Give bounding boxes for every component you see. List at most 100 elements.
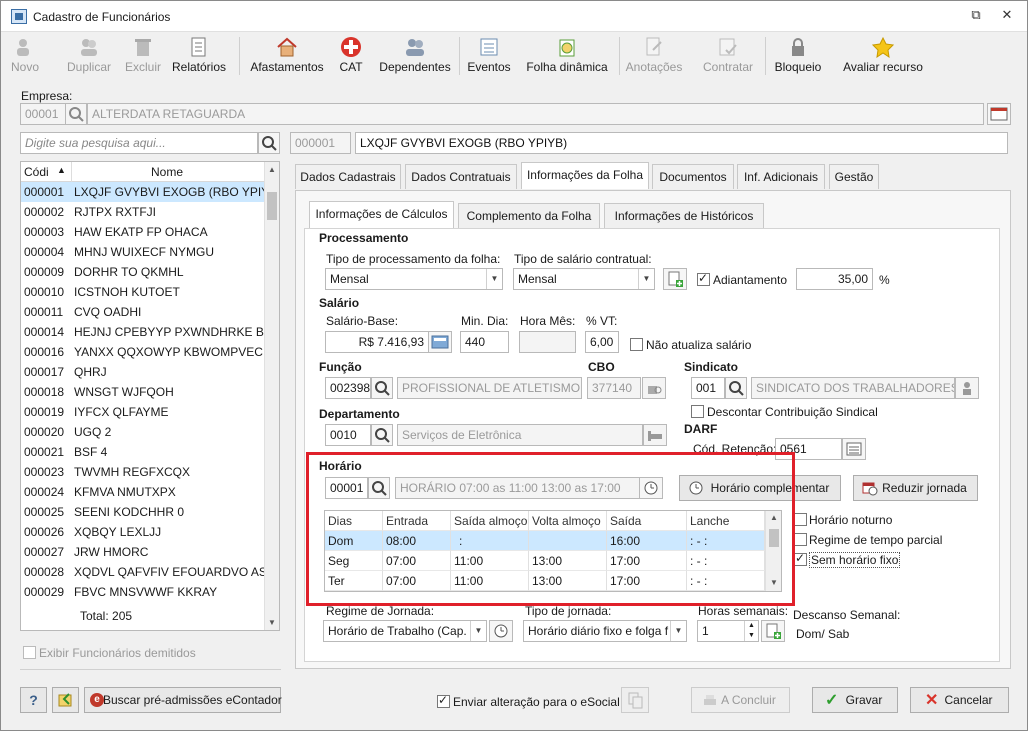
- schedule-row[interactable]: Dom 08:00: 16:00: - :: [325, 531, 765, 551]
- schedule-cell[interactable]: 13:00: [529, 571, 607, 591]
- schedule-cell[interactable]: Seg: [325, 551, 383, 571]
- tab-2[interactable]: Dados Contratuais: [405, 164, 517, 189]
- toolbar-anota-es-button[interactable]: Anotações: [625, 33, 683, 79]
- list-item[interactable]: 000027 JRW HMORC: [21, 542, 264, 562]
- tipo-sal-select[interactable]: Mensal ▼: [513, 268, 655, 290]
- departamento-code-field[interactable]: 0010: [325, 424, 371, 446]
- departamento-search-button[interactable]: [371, 424, 393, 446]
- scroll-thumb[interactable]: [769, 529, 779, 547]
- list-item[interactable]: 000010 ICSTNOH KUTOET: [21, 282, 264, 302]
- toolbar-folha-din-mica-button[interactable]: Folha dinâmica: [519, 33, 615, 79]
- schedule-cell[interactable]: : - :: [687, 531, 765, 551]
- funcao-search-button[interactable]: [371, 377, 393, 399]
- spinner-icon[interactable]: ▲ ▼: [744, 621, 758, 641]
- gravar-button[interactable]: ✓ Gravar: [812, 687, 898, 713]
- cancelar-button[interactable]: ✕ Cancelar: [910, 687, 1009, 713]
- list-item[interactable]: 000021 BSF 4: [21, 442, 264, 462]
- list-scrollbar[interactable]: ▲ ▼: [264, 162, 279, 630]
- sindicato-code-field[interactable]: 001: [691, 377, 725, 399]
- reduzir-jornada-button[interactable]: Reduzir jornada: [853, 475, 978, 501]
- horario-clock-button[interactable]: [639, 477, 663, 499]
- horario-noturno-checkbox[interactable]: [794, 513, 807, 526]
- tab-6[interactable]: Gestão: [829, 164, 879, 189]
- list-item[interactable]: 000028 XQDVL QAFVFIV EFOUARDVO AST U: [21, 562, 264, 582]
- schedule-row[interactable]: Seg 07:00 11:00 13:00 17:00: - :: [325, 551, 765, 571]
- vt-field[interactable]: 6,00: [585, 331, 619, 353]
- schedule-cell[interactable]: : - :: [687, 571, 765, 591]
- toolbar-bloqueio-button[interactable]: Bloqueio: [771, 33, 825, 79]
- schedule-cell[interactable]: Dom: [325, 531, 383, 551]
- list-item[interactable]: 000002 RJTPX RXTFJI: [21, 202, 264, 222]
- subtab-3[interactable]: Informações de Históricos: [604, 203, 764, 228]
- list-item[interactable]: 000029 FBVC MNSVWWF KKRAY: [21, 582, 264, 602]
- horas-semanais-field[interactable]: 1 ▲ ▼: [697, 620, 759, 642]
- schedule-cell[interactable]: [529, 531, 607, 551]
- descontar-checkbox[interactable]: [691, 405, 704, 418]
- regime-clock-button[interactable]: [489, 620, 513, 642]
- toolbar-cat-button[interactable]: CAT: [335, 33, 367, 79]
- list-item[interactable]: 000025 SEENI KODCHHR 0: [21, 502, 264, 522]
- nao-atualiza-checkbox[interactable]: [630, 338, 643, 351]
- tab-3[interactable]: Informações da Folha: [521, 162, 649, 189]
- horario-search-button[interactable]: [368, 477, 390, 499]
- list-item[interactable]: 000024 KFMVA NMUTXPX: [21, 482, 264, 502]
- restore-icon[interactable]: ⧉: [965, 7, 987, 27]
- col-code-header[interactable]: Códi: [24, 165, 49, 179]
- regime-parcial-checkbox[interactable]: [794, 533, 807, 546]
- min-dia-field[interactable]: 440: [460, 331, 509, 353]
- list-item[interactable]: 000011 CVQ OADHI: [21, 302, 264, 322]
- tipo-proc-select[interactable]: Mensal ▼: [325, 268, 503, 290]
- list-item[interactable]: 000018 WNSGT WJFQOH: [21, 382, 264, 402]
- tab-4[interactable]: Documentos: [652, 164, 734, 189]
- list-item[interactable]: 000023 TWVMH REGFXCQX: [21, 462, 264, 482]
- toolbar-contratar-button[interactable]: Contratar: [695, 33, 761, 79]
- employee-list[interactable]: Códi ▲ Nome 000001 LXQJF GVYBVI EXOGB (RB…: [20, 161, 280, 631]
- darf-field[interactable]: 0561: [775, 438, 842, 460]
- list-item[interactable]: 000004 MHNJ WUIXECF NYMGU: [21, 242, 264, 262]
- buscar-preadmissoes-button[interactable]: e Buscar pré-admissões eContador: [84, 687, 282, 713]
- schedule-cell[interactable]: 17:00: [607, 551, 687, 571]
- list-item[interactable]: 000003 HAW EKATP FP OHACA: [21, 222, 264, 242]
- schedule-row[interactable]: Ter 07:00 11:00 13:00 17:00: - :: [325, 571, 765, 591]
- departamento-button[interactable]: [643, 424, 667, 446]
- empresa-code-field[interactable]: 00001: [20, 103, 66, 125]
- schedule-cell[interactable]: 07:00: [383, 571, 451, 591]
- sindicato-info-button[interactable]: [955, 377, 979, 399]
- subtab-2[interactable]: Complemento da Folha: [458, 203, 600, 228]
- toolbar-relat-rios-button[interactable]: Relatórios: [169, 33, 229, 79]
- schedule-cell[interactable]: 07:00: [383, 551, 451, 571]
- tab-1[interactable]: Dados Cadastrais: [295, 164, 401, 189]
- regime-select[interactable]: Horário de Trabalho (Cap. ▼: [323, 620, 487, 642]
- adiantamento-checkbox[interactable]: [697, 271, 710, 286]
- sem-horario-fixo-checkbox[interactable]: [794, 551, 807, 566]
- horario-complementar-button[interactable]: Horário complementar: [679, 475, 841, 501]
- list-item[interactable]: 000019 IYFCX QLFAYME: [21, 402, 264, 422]
- schedule-cell[interactable]: : - :: [687, 551, 765, 571]
- horario-code-field[interactable]: 00001: [325, 477, 368, 499]
- search-input[interactable]: Digite sua pesquisa aqui...: [20, 132, 258, 154]
- toolbar-novo-button[interactable]: Novo: [11, 33, 39, 79]
- sindicato-search-button[interactable]: [725, 377, 747, 399]
- cbo-button[interactable]: [642, 377, 666, 399]
- scroll-thumb[interactable]: [267, 192, 277, 220]
- scroll-down-icon[interactable]: ▼: [268, 618, 276, 627]
- subtab-1[interactable]: Informações de Cálculos: [309, 201, 454, 228]
- adiantamento-field[interactable]: 35,00: [796, 268, 873, 290]
- list-item[interactable]: 000020 UGQ 2: [21, 422, 264, 442]
- schedule-cell[interactable]: 13:00: [529, 551, 607, 571]
- col-name-header[interactable]: Nome: [151, 165, 183, 179]
- help-button[interactable]: ?: [20, 687, 47, 713]
- funcao-code-field[interactable]: 002398: [325, 377, 371, 399]
- exibir-demitidos-checkbox[interactable]: [23, 646, 36, 659]
- copy-button[interactable]: [621, 687, 649, 713]
- schedule-cell[interactable]: 11:00: [451, 571, 529, 591]
- toolbar-dependentes-button[interactable]: Dependentes: [371, 33, 459, 79]
- list-item[interactable]: 000026 XQBQY LEXLJJ: [21, 522, 264, 542]
- toolbar-eventos-button[interactable]: Eventos: [465, 33, 513, 79]
- calculator-button[interactable]: [428, 331, 452, 353]
- darf-list-button[interactable]: [842, 438, 866, 460]
- list-item[interactable]: 000017 QHRJ: [21, 362, 264, 382]
- close-icon[interactable]: ✕: [996, 7, 1018, 27]
- list-item[interactable]: 000014 HEJNJ CPEBYYP PXWNDHRKE BTB J: [21, 322, 264, 342]
- scroll-down-icon[interactable]: ▼: [770, 578, 778, 587]
